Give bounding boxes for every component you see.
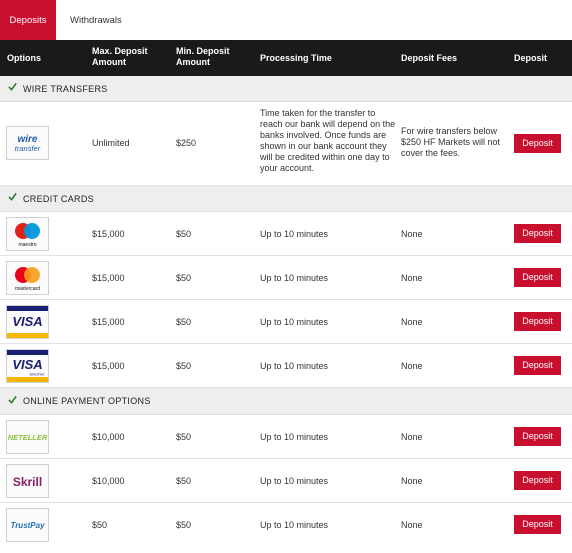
section-title: WIRE TRANSFERS (23, 84, 108, 94)
maestro-logo: maestro (6, 217, 49, 251)
trustpay-logo: TrustPay (6, 508, 49, 542)
skrill-logo: Skrill (6, 464, 49, 498)
max-deposit-value: $50 (92, 520, 108, 530)
deposit-fee-value: None (401, 520, 423, 530)
min-deposit-value: $50 (176, 476, 192, 486)
processing-time-value: Time taken for the transfer to reach our… (260, 108, 396, 173)
svg-text:Electron: Electron (30, 372, 45, 377)
min-deposit-value: $50 (176, 432, 192, 442)
section-online-payment-options: ONLINE PAYMENT OPTIONS (0, 388, 572, 415)
deposit-button[interactable]: Deposit (514, 312, 561, 331)
table-row: VISA Electron $15,000 $50 Up to 10 minut… (0, 344, 572, 388)
column-header-processing-time: Processing Time (260, 53, 332, 63)
processing-time-value: Up to 10 minutes (260, 273, 329, 283)
deposit-button[interactable]: Deposit (514, 515, 561, 534)
processing-time-value: Up to 10 minutes (260, 229, 329, 239)
column-header-min-deposit-line2: Amount (176, 57, 210, 67)
table-row: maestro $15,000 $50 Up to 10 minutes Non… (0, 212, 572, 256)
svg-text:NETELLER: NETELLER (8, 433, 48, 442)
svg-text:maestro: maestro (18, 242, 36, 248)
max-deposit-value: $15,000 (92, 317, 125, 327)
svg-text:mastercard: mastercard (15, 286, 40, 292)
check-icon (8, 395, 17, 404)
wire-transfer-logo: wire transfer (6, 126, 49, 160)
svg-text:TrustPay: TrustPay (10, 521, 45, 530)
deposit-fee-value: None (401, 317, 423, 327)
deposit-fee-value: None (401, 432, 423, 442)
deposit-fee-value: None (401, 476, 423, 486)
svg-text:VISA: VISA (12, 314, 42, 329)
min-deposit-value: $50 (176, 520, 192, 530)
table-row: wire transfer Unlimited $250 Time taken … (0, 102, 572, 186)
table-row: TrustPay $50 $50 Up to 10 minutes None D… (0, 503, 572, 547)
max-deposit-value: $15,000 (92, 229, 125, 239)
svg-text:transfer: transfer (15, 144, 41, 153)
processing-time-value: Up to 10 minutes (260, 520, 329, 530)
max-deposit-value: $15,000 (92, 361, 125, 371)
min-deposit-value: $50 (176, 361, 192, 371)
deposit-button[interactable]: Deposit (514, 471, 561, 490)
deposit-button[interactable]: Deposit (514, 224, 561, 243)
table-row: NETELLER $10,000 $50 Up to 10 minutes No… (0, 415, 572, 459)
column-header-min-deposit-line1: Min. Deposit (176, 46, 230, 56)
table-row: VISA $15,000 $50 Up to 10 minutes None D… (0, 300, 572, 344)
processing-time-value: Up to 10 minutes (260, 317, 329, 327)
max-deposit-value: $10,000 (92, 476, 125, 486)
deposit-button[interactable]: Deposit (514, 356, 561, 375)
table-header: Options Max. Deposit Amount Min. Deposit… (0, 40, 572, 76)
check-icon (8, 82, 17, 91)
table-row: Skrill $10,000 $50 Up to 10 minutes None… (0, 459, 572, 503)
section-title: ONLINE PAYMENT OPTIONS (23, 396, 151, 406)
visa-electron-logo: VISA Electron (6, 349, 49, 383)
deposit-fee-value: None (401, 361, 423, 371)
processing-time-value: Up to 10 minutes (260, 361, 329, 371)
min-deposit-value: $50 (176, 273, 192, 283)
processing-time-value: Up to 10 minutes (260, 432, 329, 442)
section-title: CREDIT CARDS (23, 194, 94, 204)
svg-text:Skrill: Skrill (13, 475, 42, 489)
column-header-max-deposit-line2: Amount (92, 57, 126, 67)
max-deposit-value: $10,000 (92, 432, 125, 442)
visa-logo: VISA (6, 305, 49, 339)
check-icon (8, 192, 17, 201)
max-deposit-value: $15,000 (92, 273, 125, 283)
table-row: mastercard $15,000 $50 Up to 10 minutes … (0, 256, 572, 300)
column-header-max-deposit-line1: Max. Deposit (92, 46, 148, 56)
deposit-button[interactable]: Deposit (514, 427, 561, 446)
processing-time-value: Up to 10 minutes (260, 476, 329, 486)
mastercard-logo: mastercard (6, 261, 49, 295)
column-header-options: Options (7, 53, 41, 63)
max-deposit-value: Unlimited (92, 138, 130, 148)
neteller-logo: NETELLER (6, 420, 49, 454)
column-header-deposit-fees: Deposit Fees (401, 53, 458, 63)
deposit-button[interactable]: Deposit (514, 268, 561, 287)
column-header-deposit: Deposit (514, 53, 548, 63)
deposit-fee-value: None (401, 229, 423, 239)
section-wire-transfers: WIRE TRANSFERS (0, 76, 572, 102)
tab-bar: Deposits Withdrawals (0, 0, 572, 40)
deposit-fee-value: For wire transfers below $250 HF Markets… (401, 126, 501, 158)
tab-withdrawals[interactable]: Withdrawals (56, 0, 134, 40)
svg-text:VISA: VISA (12, 357, 42, 372)
min-deposit-value: $50 (176, 229, 192, 239)
min-deposit-value: $250 (176, 138, 197, 148)
min-deposit-value: $50 (176, 317, 192, 327)
deposit-fee-value: None (401, 273, 423, 283)
tab-deposits[interactable]: Deposits (0, 0, 56, 40)
deposit-button[interactable]: Deposit (514, 134, 561, 153)
section-credit-cards: CREDIT CARDS (0, 186, 572, 212)
